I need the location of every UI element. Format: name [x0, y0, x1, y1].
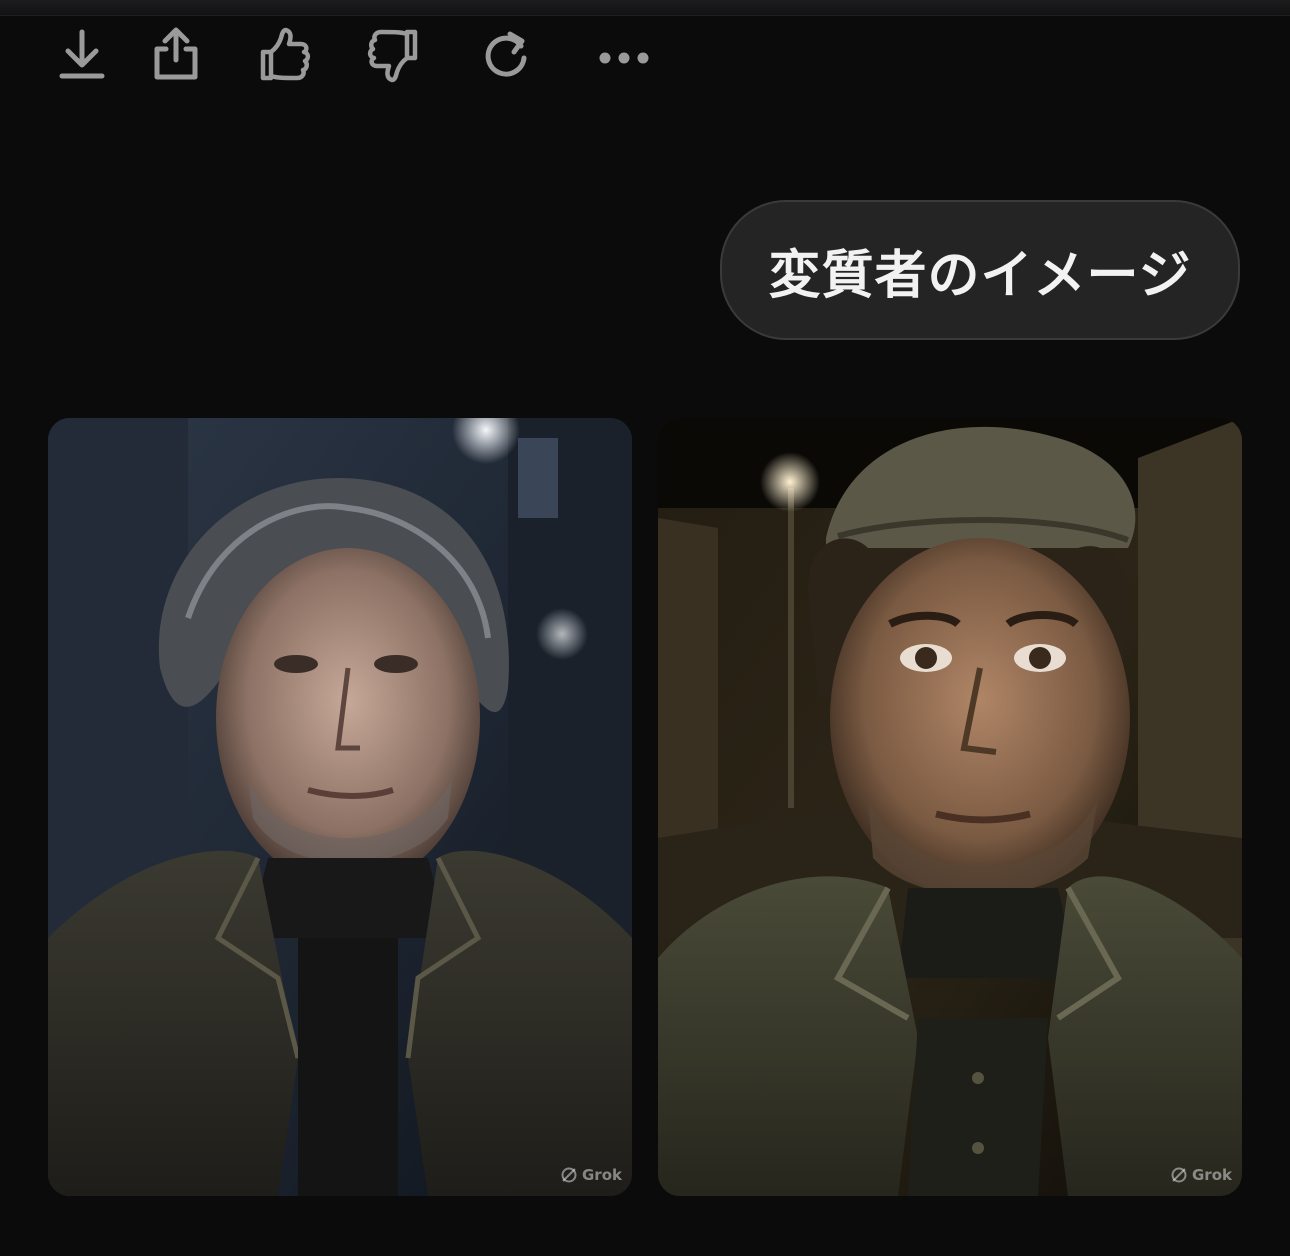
dislike-button[interactable]: [362, 20, 426, 90]
download-icon: [59, 29, 105, 79]
generated-image-2[interactable]: Grok: [658, 418, 1242, 1196]
grok-logo-icon: [1171, 1167, 1187, 1183]
top-edge: [0, 0, 1290, 16]
refresh-icon: [485, 31, 527, 77]
thumbs-down-icon: [367, 29, 418, 83]
watermark-text: Grok: [1192, 1166, 1232, 1184]
generated-image-1[interactable]: Grok: [48, 418, 632, 1196]
grok-logo-icon: [561, 1167, 577, 1183]
image-watermark: Grok: [1170, 1164, 1232, 1186]
like-button[interactable]: [252, 20, 316, 90]
portrait-image-alley-warm: [658, 418, 1242, 1196]
thumbs-up-icon: [260, 27, 311, 81]
share-button[interactable]: [144, 20, 208, 90]
user-message-bubble: 変質者のイメージ: [720, 200, 1240, 340]
watermark-text: Grok: [582, 1166, 622, 1184]
share-icon: [154, 27, 198, 80]
portrait-image-alley-blue: [48, 418, 632, 1196]
more-horizontal-icon: [599, 52, 649, 64]
user-message-text: 変質者のイメージ: [768, 245, 1192, 306]
regenerate-button[interactable]: [474, 20, 538, 90]
more-options-button[interactable]: [592, 20, 656, 90]
image-watermark: Grok: [560, 1164, 622, 1186]
download-button[interactable]: [50, 20, 114, 90]
